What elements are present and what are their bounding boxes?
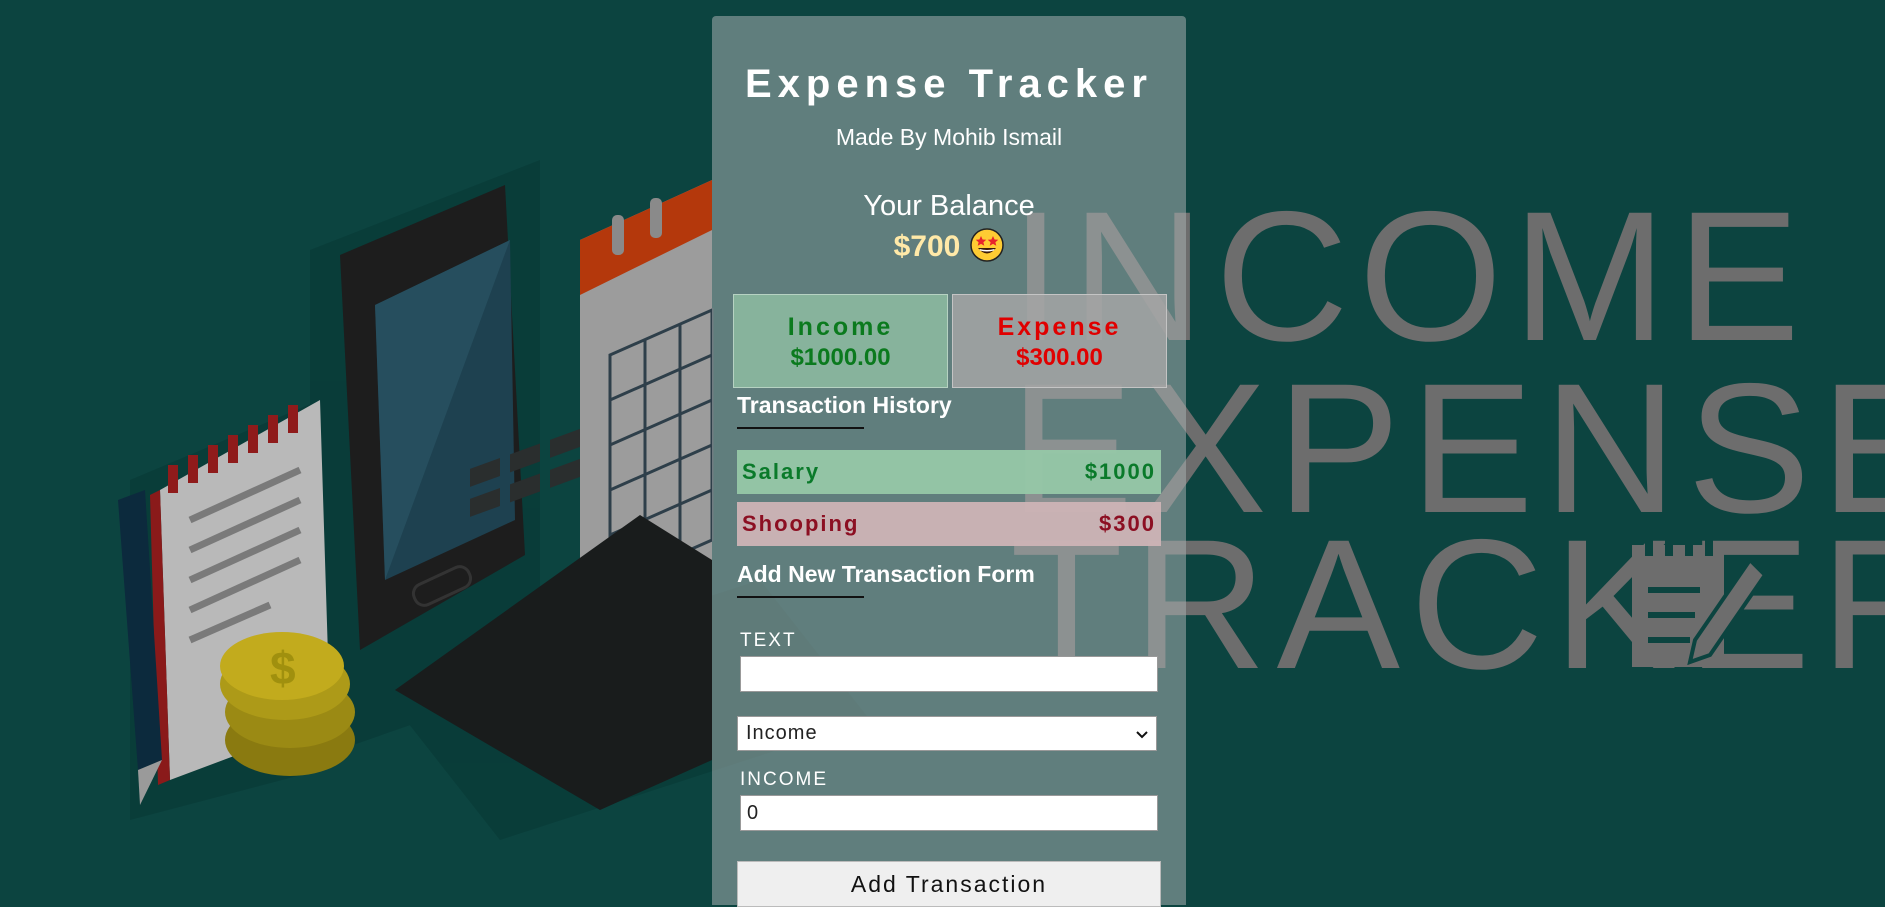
income-summary-box: Income $1000.00 — [733, 294, 948, 388]
svg-text:$: $ — [270, 642, 296, 694]
transaction-history-heading: Transaction History — [737, 392, 952, 418]
expense-value: $300.00 — [1016, 344, 1103, 371]
amount-field-label: INCOME — [740, 769, 828, 790]
history-item-amount: $1000 — [1084, 459, 1156, 484]
history-item-amount: $300 — [1099, 511, 1156, 536]
form-heading-underline — [737, 596, 864, 598]
expense-tracker-card: Expense Tracker Made By Mohib Ismail You… — [712, 16, 1186, 907]
balance-value: $700 — [893, 230, 961, 263]
add-transaction-form-heading: Add New Transaction Form — [737, 561, 1035, 587]
text-input[interactable] — [740, 656, 1158, 692]
history-item-name: Salary — [742, 459, 821, 484]
coins-icon: $ — [220, 632, 355, 776]
app-title: Expense Tracker — [745, 62, 1153, 106]
star-struck-face-icon — [970, 228, 1005, 262]
transaction-type-selected: Income — [746, 722, 818, 744]
history-item-name: Shooping — [742, 511, 860, 536]
expense-label: Expense — [997, 313, 1122, 341]
history-item-salary[interactable]: Salary $1000 — [737, 450, 1161, 494]
income-label: Income — [787, 313, 894, 341]
transaction-type-select[interactable]: Income — [737, 716, 1157, 751]
history-heading-underline — [737, 427, 864, 429]
chevron-down-icon — [1136, 722, 1148, 745]
text-field-label: TEXT — [740, 630, 797, 651]
amount-input[interactable] — [740, 795, 1158, 831]
expense-summary-box: Expense $300.00 — [952, 294, 1167, 388]
history-item-shooping[interactable]: Shooping $300 — [737, 502, 1161, 546]
balance-display: $700 — [712, 228, 1186, 264]
app-subtitle: Made By Mohib Ismail — [835, 124, 1063, 150]
add-transaction-button[interactable]: Add Transaction — [737, 861, 1161, 907]
income-value: $1000.00 — [790, 344, 891, 371]
balance-label: Your Balance — [863, 190, 1035, 222]
